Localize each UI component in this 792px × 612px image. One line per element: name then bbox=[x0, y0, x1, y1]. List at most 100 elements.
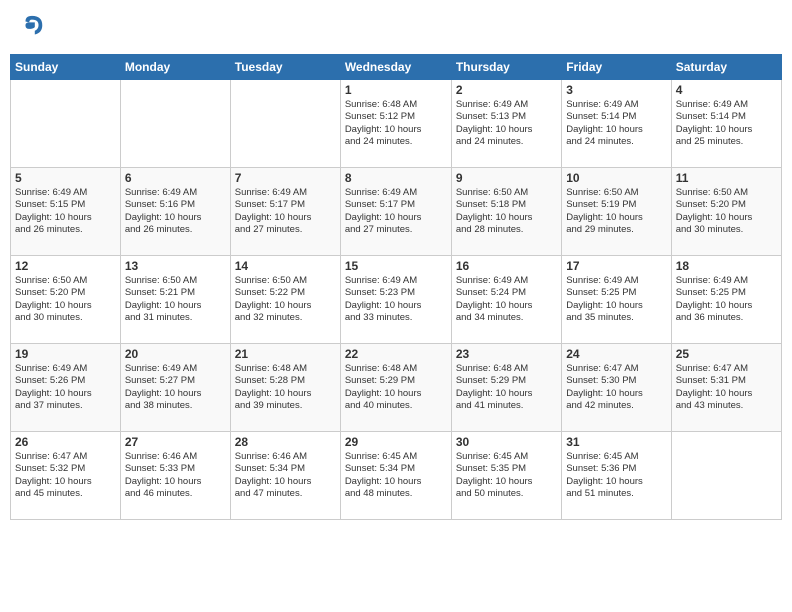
day-number: 24 bbox=[566, 347, 666, 361]
day-number: 9 bbox=[456, 171, 557, 185]
day-number: 11 bbox=[676, 171, 777, 185]
day-number: 28 bbox=[235, 435, 336, 449]
day-number: 3 bbox=[566, 83, 666, 97]
calendar-cell: 15 Sunrise: 6:49 AM Sunset: 5:23 PM Dayli… bbox=[340, 256, 451, 344]
day-number: 26 bbox=[15, 435, 116, 449]
day-number: 5 bbox=[15, 171, 116, 185]
calendar-week-4: 26 Sunrise: 6:47 AM Sunset: 5:32 PM Dayli… bbox=[11, 432, 782, 520]
day-info: Sunrise: 6:49 AM Sunset: 5:24 PM Dayligh… bbox=[456, 275, 557, 324]
calendar-cell: 11Sunrise: 6:50 AM Sunset: 5:20 PM Dayli… bbox=[671, 168, 781, 256]
calendar-week-2: 12 Sunrise: 6:50 AM Sunset: 5:20 PM Dayli… bbox=[11, 256, 782, 344]
day-number: 16 bbox=[456, 259, 557, 273]
calendar-cell: 1Sunrise: 6:48 AM Sunset: 5:12 PM Daylig… bbox=[340, 80, 451, 168]
calendar-header-tuesday: Tuesday bbox=[230, 55, 340, 80]
logo bbox=[18, 14, 48, 42]
calendar-cell: 19 Sunrise: 6:49 AM Sunset: 5:26 PM Dayli… bbox=[11, 344, 121, 432]
day-number: 7 bbox=[235, 171, 336, 185]
day-number: 12 bbox=[15, 259, 116, 273]
day-info: Sunrise: 6:50 AM Sunset: 5:19 PM Dayligh… bbox=[566, 187, 666, 236]
day-info: Sunrise: 6:49 AM Sunset: 5:16 PM Dayligh… bbox=[125, 187, 226, 236]
day-number: 25 bbox=[676, 347, 777, 361]
day-number: 21 bbox=[235, 347, 336, 361]
day-number: 15 bbox=[345, 259, 447, 273]
day-info: Sunrise: 6:49 AM Sunset: 5:17 PM Dayligh… bbox=[345, 187, 447, 236]
calendar-cell: 25 Sunrise: 6:47 AM Sunset: 5:31 PM Dayli… bbox=[671, 344, 781, 432]
day-number: 30 bbox=[456, 435, 557, 449]
calendar-header-thursday: Thursday bbox=[451, 55, 561, 80]
day-info: Sunrise: 6:48 AM Sunset: 5:28 PM Dayligh… bbox=[235, 363, 336, 412]
calendar-cell: 21 Sunrise: 6:48 AM Sunset: 5:28 PM Dayli… bbox=[230, 344, 340, 432]
day-info: Sunrise: 6:50 AM Sunset: 5:22 PM Dayligh… bbox=[235, 275, 336, 324]
day-number: 14 bbox=[235, 259, 336, 273]
day-number: 17 bbox=[566, 259, 666, 273]
calendar-header-row: SundayMondayTuesdayWednesdayThursdayFrid… bbox=[11, 55, 782, 80]
calendar-cell: 20Sunrise: 6:49 AM Sunset: 5:27 PM Dayli… bbox=[120, 344, 230, 432]
calendar-body: 1Sunrise: 6:48 AM Sunset: 5:12 PM Daylig… bbox=[11, 80, 782, 520]
day-info: Sunrise: 6:49 AM Sunset: 5:14 PM Dayligh… bbox=[676, 99, 777, 148]
day-info: Sunrise: 6:49 AM Sunset: 5:25 PM Dayligh… bbox=[676, 275, 777, 324]
day-info: Sunrise: 6:49 AM Sunset: 5:26 PM Dayligh… bbox=[15, 363, 116, 412]
day-info: Sunrise: 6:46 AM Sunset: 5:34 PM Dayligh… bbox=[235, 451, 336, 500]
day-info: Sunrise: 6:50 AM Sunset: 5:20 PM Dayligh… bbox=[15, 275, 116, 324]
day-number: 29 bbox=[345, 435, 447, 449]
calendar-cell bbox=[671, 432, 781, 520]
calendar-cell: 17 Sunrise: 6:49 AM Sunset: 5:25 PM Dayli… bbox=[562, 256, 671, 344]
day-number: 27 bbox=[125, 435, 226, 449]
calendar-cell: 13Sunrise: 6:50 AM Sunset: 5:21 PM Dayli… bbox=[120, 256, 230, 344]
day-number: 23 bbox=[456, 347, 557, 361]
day-number: 1 bbox=[345, 83, 447, 97]
day-info: Sunrise: 6:49 AM Sunset: 5:13 PM Dayligh… bbox=[456, 99, 557, 148]
day-info: Sunrise: 6:47 AM Sunset: 5:31 PM Dayligh… bbox=[676, 363, 777, 412]
calendar-cell: 3 Sunrise: 6:49 AM Sunset: 5:14 PM Daylig… bbox=[562, 80, 671, 168]
calendar-cell bbox=[11, 80, 121, 168]
calendar-cell: 28 Sunrise: 6:46 AM Sunset: 5:34 PM Dayli… bbox=[230, 432, 340, 520]
day-info: Sunrise: 6:49 AM Sunset: 5:25 PM Dayligh… bbox=[566, 275, 666, 324]
page-header bbox=[10, 10, 782, 46]
calendar-cell: 9 Sunrise: 6:50 AM Sunset: 5:18 PM Daylig… bbox=[451, 168, 561, 256]
calendar-cell bbox=[230, 80, 340, 168]
calendar-cell: 31Sunrise: 6:45 AM Sunset: 5:36 PM Dayli… bbox=[562, 432, 671, 520]
calendar-cell: 4Sunrise: 6:49 AM Sunset: 5:14 PM Daylig… bbox=[671, 80, 781, 168]
calendar-header-sunday: Sunday bbox=[11, 55, 121, 80]
calendar-cell bbox=[120, 80, 230, 168]
calendar-cell: 14 Sunrise: 6:50 AM Sunset: 5:22 PM Dayli… bbox=[230, 256, 340, 344]
day-info: Sunrise: 6:48 AM Sunset: 5:29 PM Dayligh… bbox=[456, 363, 557, 412]
day-info: Sunrise: 6:45 AM Sunset: 5:35 PM Dayligh… bbox=[456, 451, 557, 500]
day-info: Sunrise: 6:46 AM Sunset: 5:33 PM Dayligh… bbox=[125, 451, 226, 500]
calendar-cell: 5 Sunrise: 6:49 AM Sunset: 5:15 PM Daylig… bbox=[11, 168, 121, 256]
day-info: Sunrise: 6:49 AM Sunset: 5:15 PM Dayligh… bbox=[15, 187, 116, 236]
calendar-week-3: 19 Sunrise: 6:49 AM Sunset: 5:26 PM Dayli… bbox=[11, 344, 782, 432]
day-info: Sunrise: 6:49 AM Sunset: 5:14 PM Dayligh… bbox=[566, 99, 666, 148]
calendar-cell: 12 Sunrise: 6:50 AM Sunset: 5:20 PM Dayli… bbox=[11, 256, 121, 344]
calendar-cell: 7Sunrise: 6:49 AM Sunset: 5:17 PM Daylig… bbox=[230, 168, 340, 256]
calendar-cell: 8 Sunrise: 6:49 AM Sunset: 5:17 PM Daylig… bbox=[340, 168, 451, 256]
calendar-cell: 23 Sunrise: 6:48 AM Sunset: 5:29 PM Dayli… bbox=[451, 344, 561, 432]
day-number: 18 bbox=[676, 259, 777, 273]
calendar-cell: 22 Sunrise: 6:48 AM Sunset: 5:29 PM Dayli… bbox=[340, 344, 451, 432]
calendar-header-monday: Monday bbox=[120, 55, 230, 80]
day-number: 8 bbox=[345, 171, 447, 185]
day-info: Sunrise: 6:50 AM Sunset: 5:18 PM Dayligh… bbox=[456, 187, 557, 236]
calendar-cell: 18 Sunrise: 6:49 AM Sunset: 5:25 PM Dayli… bbox=[671, 256, 781, 344]
day-info: Sunrise: 6:47 AM Sunset: 5:32 PM Dayligh… bbox=[15, 451, 116, 500]
day-info: Sunrise: 6:45 AM Sunset: 5:34 PM Dayligh… bbox=[345, 451, 447, 500]
calendar-week-0: 1Sunrise: 6:48 AM Sunset: 5:12 PM Daylig… bbox=[11, 80, 782, 168]
day-info: Sunrise: 6:47 AM Sunset: 5:30 PM Dayligh… bbox=[566, 363, 666, 412]
calendar-cell: 26 Sunrise: 6:47 AM Sunset: 5:32 PM Dayli… bbox=[11, 432, 121, 520]
calendar-header-saturday: Saturday bbox=[671, 55, 781, 80]
calendar-cell: 30 Sunrise: 6:45 AM Sunset: 5:35 PM Dayli… bbox=[451, 432, 561, 520]
day-number: 2 bbox=[456, 83, 557, 97]
day-info: Sunrise: 6:50 AM Sunset: 5:21 PM Dayligh… bbox=[125, 275, 226, 324]
day-info: Sunrise: 6:49 AM Sunset: 5:23 PM Dayligh… bbox=[345, 275, 447, 324]
calendar-table: SundayMondayTuesdayWednesdayThursdayFrid… bbox=[10, 54, 782, 520]
calendar-cell: 29 Sunrise: 6:45 AM Sunset: 5:34 PM Dayli… bbox=[340, 432, 451, 520]
calendar-week-1: 5 Sunrise: 6:49 AM Sunset: 5:15 PM Daylig… bbox=[11, 168, 782, 256]
day-number: 19 bbox=[15, 347, 116, 361]
calendar-header-wednesday: Wednesday bbox=[340, 55, 451, 80]
day-number: 22 bbox=[345, 347, 447, 361]
calendar-cell: 6Sunrise: 6:49 AM Sunset: 5:16 PM Daylig… bbox=[120, 168, 230, 256]
calendar-cell: 27 Sunrise: 6:46 AM Sunset: 5:33 PM Dayli… bbox=[120, 432, 230, 520]
day-info: Sunrise: 6:48 AM Sunset: 5:29 PM Dayligh… bbox=[345, 363, 447, 412]
calendar-cell: 2 Sunrise: 6:49 AM Sunset: 5:13 PM Daylig… bbox=[451, 80, 561, 168]
calendar-header-friday: Friday bbox=[562, 55, 671, 80]
